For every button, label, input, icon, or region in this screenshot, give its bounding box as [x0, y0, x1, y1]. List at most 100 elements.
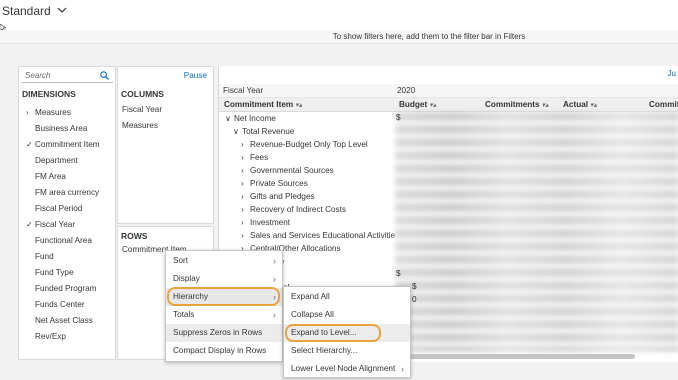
dimension-item[interactable]: FM area currency: [19, 185, 115, 201]
submenu-item[interactable]: Lower Level Node Alignment ›: [284, 360, 410, 378]
dimension-item[interactable]: Fund: [19, 249, 115, 265]
header-year-value: 2020: [397, 86, 416, 95]
chevron-right-icon[interactable]: ›: [241, 164, 250, 177]
row-label: Recovery of Indirect Costs: [250, 205, 347, 214]
dimension-label: Measures: [35, 108, 71, 117]
dimension-label: Business Area: [35, 124, 88, 133]
dimension-item[interactable]: Net Asset Class: [19, 313, 115, 329]
dimension-label: Fund: [35, 252, 54, 261]
chevron-right-icon[interactable]: ›: [241, 177, 250, 190]
sort-icon[interactable]: ▾▴: [542, 102, 549, 109]
menu-item-label: Totals: [173, 310, 195, 319]
row-label: Total Revenue: [242, 127, 295, 136]
dimension-item[interactable]: Fiscal Period: [19, 201, 115, 217]
dimension-item[interactable]: Rev/Exp: [19, 329, 115, 345]
grid-header-columns: Commitment Item ▾▴ Budget ▾▴ Commitments ▾▴…: [219, 98, 678, 112]
expand-icon[interactable]: ∨: [233, 125, 242, 138]
row-label: Net Income: [234, 114, 276, 123]
header-budget[interactable]: Budget ▾▴: [399, 100, 436, 109]
search-icon[interactable]: [100, 70, 109, 84]
chevron-right-icon[interactable]: ›: [241, 203, 250, 216]
variant-selector[interactable]: Standard: [2, 4, 67, 18]
table-row[interactable]: › Revenue-Budget Only Top Level: [219, 138, 394, 151]
highlight-expand-to-level: [285, 324, 381, 342]
chevron-right-icon[interactable]: ›: [241, 138, 250, 151]
dimension-label: Commitment Item: [35, 140, 100, 149]
chevron-right-icon: ›: [273, 274, 276, 284]
partial-value: $: [396, 113, 401, 122]
chevron-right-icon: ›: [401, 364, 404, 374]
rows-title: ROWS: [121, 231, 148, 241]
check-icon: ✓: [26, 220, 33, 229]
menu-item[interactable]: Compact Display in Rows: [166, 342, 282, 360]
table-row[interactable]: › Fees: [219, 151, 394, 164]
submenu-item[interactable]: Expand All: [284, 288, 410, 306]
partial-value: 0: [412, 295, 417, 304]
sort-icon[interactable]: ▾▴: [590, 102, 597, 109]
submenu-item-label: Collapse All: [291, 310, 334, 319]
table-row[interactable]: › Private Sources: [219, 177, 394, 190]
chevron-right-icon: ›: [273, 310, 276, 320]
table-row[interactable]: › Sales and Services Educational Activiti…: [219, 229, 396, 242]
dimension-item[interactable]: Functional Area: [19, 233, 115, 249]
columns-panel: Pause COLUMNS Fiscal Year Measures: [117, 66, 214, 224]
dimension-item[interactable]: › Measures: [19, 105, 115, 121]
menu-item[interactable]: Display ›: [166, 270, 282, 288]
highlight-hierarchy: [167, 287, 280, 306]
chevron-right-icon[interactable]: ›: [241, 190, 250, 203]
table-row[interactable]: › Gifts and Pledges: [219, 190, 394, 203]
table-row[interactable]: ∨ Net Income: [219, 112, 394, 125]
dimension-item[interactable]: Department: [19, 153, 115, 169]
top-right-link[interactable]: Ju: [668, 69, 676, 78]
dimension-item[interactable]: ✓ Commitment Item: [19, 137, 115, 153]
chevron-right-icon[interactable]: ›: [241, 229, 250, 242]
row-label: Sales and Services Educational Activitie: [250, 231, 396, 240]
context-menu: Sort › Display › Hierarchy › Totals › Suppress Z…: [165, 250, 283, 362]
dimension-label: Funds Center: [35, 300, 85, 309]
chevron-down-icon[interactable]: [57, 6, 67, 16]
header-commitments[interactable]: Commitments ▾▴: [485, 100, 549, 109]
column-item-measures[interactable]: Measures: [122, 121, 158, 130]
dimension-label: Net Asset Class: [35, 316, 93, 325]
menu-item[interactable]: Suppress Zeros in Rows: [166, 324, 282, 342]
dimension-item[interactable]: ✓ Fiscal Year: [19, 217, 115, 233]
menu-item-label: Suppress Zeros in Rows: [173, 328, 263, 337]
column-item-fiscal-year[interactable]: Fiscal Year: [122, 105, 162, 114]
search-input[interactable]: Search: [21, 69, 113, 83]
header-commitment-item[interactable]: Commitment Item ▾▴: [224, 100, 302, 109]
header-dim-fiscal-year: Fiscal Year: [223, 86, 264, 95]
dimension-item[interactable]: Business Area: [19, 121, 115, 137]
submenu-item[interactable]: Collapse All: [284, 306, 410, 324]
dimensions-panel: Search DIMENSIONS › Measures Business Area…: [18, 66, 116, 360]
menu-item-label: Display: [173, 274, 200, 283]
chevron-right-icon[interactable]: ›: [241, 151, 250, 164]
pause-link[interactable]: Pause: [184, 71, 207, 80]
table-row[interactable]: ∨ Total Revenue: [219, 125, 394, 138]
header-commit[interactable]: Commit: [649, 100, 678, 109]
dimension-item[interactable]: FM Area: [19, 169, 115, 185]
partial-value: $: [412, 282, 417, 291]
dimensions-list: › Measures Business Area ✓ Commitment Item De…: [19, 105, 115, 345]
chevron-right-icon[interactable]: ›: [241, 216, 250, 229]
table-row[interactable]: › Recovery of Indirect Costs: [219, 203, 394, 216]
variant-label[interactable]: Standard: [2, 4, 51, 18]
dimension-label: FM area currency: [35, 188, 100, 197]
dimension-item[interactable]: Fund Type: [19, 265, 115, 281]
search-placeholder: Search: [25, 71, 51, 80]
header-actual[interactable]: Actual ▾▴: [563, 100, 597, 109]
sort-icon[interactable]: ▾▴: [429, 102, 436, 109]
sort-icon[interactable]: ▾▴: [295, 102, 302, 109]
submenu-item-label: Expand All: [291, 292, 330, 301]
expand-icon[interactable]: ∨: [225, 112, 234, 125]
dimension-label: Fiscal Period: [35, 204, 83, 213]
table-row[interactable]: › Investment: [219, 216, 394, 229]
dimension-item[interactable]: Funds Center: [19, 297, 115, 313]
menu-item[interactable]: Sort ›: [166, 252, 282, 270]
dimension-label: Department: [35, 156, 78, 165]
submenu-item[interactable]: Select Hierarchy...: [284, 342, 410, 360]
dimension-item[interactable]: Funded Program: [19, 281, 115, 297]
menu-item[interactable]: Totals ›: [166, 306, 282, 324]
row-label: Revenue-Budget Only Top Level: [250, 140, 368, 149]
table-row[interactable]: › Governmental Sources: [219, 164, 394, 177]
chevron-right-icon: ›: [273, 256, 276, 266]
